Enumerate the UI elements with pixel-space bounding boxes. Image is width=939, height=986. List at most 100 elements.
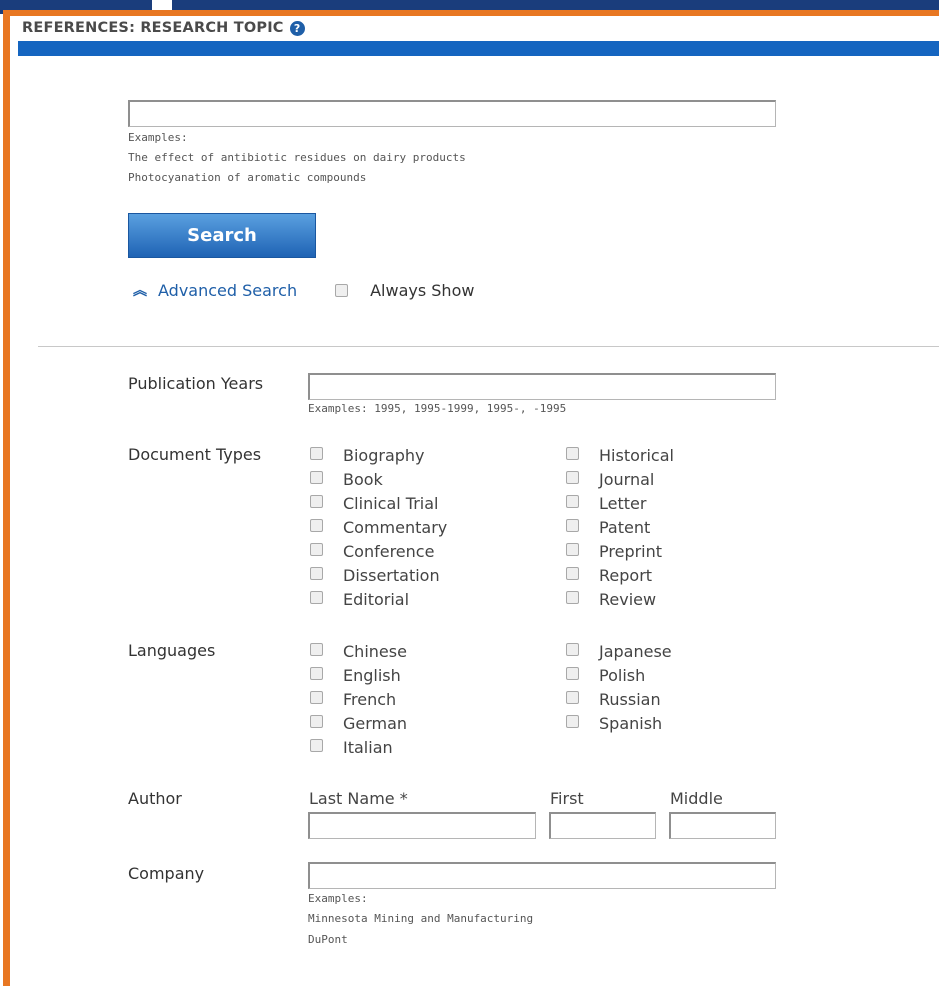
checkbox[interactable] [310,518,323,532]
checkbox[interactable] [310,446,323,460]
doctype-option-patent[interactable]: Patent [566,516,650,538]
option-label: Conference [343,541,435,561]
middle-name-label: Middle [670,789,723,808]
checkbox[interactable] [566,470,579,484]
option-label: English [343,665,401,685]
language-option-polish[interactable]: Polish [566,664,645,686]
search-example-2: Photocyanation of aromatic compounds [128,171,367,184]
option-label: Polish [599,665,646,685]
option-label: Japanese [599,641,672,661]
option-label: French [343,689,397,709]
language-option-italian[interactable]: Italian [310,736,393,758]
option-label: German [343,713,408,733]
publication-years-label: Publication Years [128,374,264,393]
doctype-option-report[interactable]: Report [566,564,652,586]
checkbox[interactable] [566,714,579,728]
content-panel: REFERENCES: RESEARCH TOPIC ? Examples: T… [10,16,939,986]
checkbox[interactable] [566,566,579,580]
checkbox[interactable] [310,494,323,508]
doctype-option-book[interactable]: Book [310,468,383,490]
option-label: Letter [599,493,647,513]
doctype-option-editorial[interactable]: Editorial [310,588,409,610]
checkbox[interactable] [310,566,323,580]
option-label: Historical [599,445,674,465]
search-button[interactable]: Search [128,213,316,258]
checkbox[interactable] [566,542,579,556]
option-label: Russian [599,689,661,709]
advanced-search-link[interactable]: Advanced Search [158,281,297,300]
option-label: Journal [599,469,655,489]
checkbox[interactable] [566,666,579,680]
frame-left-border [3,10,10,986]
middle-name-input[interactable] [669,812,776,839]
document-types-label: Document Types [128,445,262,464]
doctype-option-preprint[interactable]: Preprint [566,540,662,562]
option-label: Commentary [343,517,448,537]
doctype-option-commentary[interactable]: Commentary [310,516,447,538]
option-label: Report [599,565,653,585]
doctype-option-historical[interactable]: Historical [566,444,674,466]
company-example-2: DuPont [308,933,348,946]
option-label: Biography [343,445,425,465]
checkbox[interactable] [310,714,323,728]
language-option-english[interactable]: English [310,664,401,686]
checkbox[interactable] [310,690,323,704]
section-header: REFERENCES: RESEARCH TOPIC ? [22,20,305,36]
language-option-french[interactable]: French [310,688,396,710]
search-example-1: The effect of antibiotic residues on dai… [128,151,466,164]
company-examples-label: Examples: [308,892,368,905]
doctype-option-dissertation[interactable]: Dissertation [310,564,440,586]
checkbox[interactable] [566,590,579,604]
language-option-chinese[interactable]: Chinese [310,640,407,662]
language-option-spanish[interactable]: Spanish [566,712,662,734]
help-icon[interactable]: ? [289,20,305,36]
research-topic-input[interactable] [128,100,776,127]
chevron-up-icon[interactable]: ︽ [130,280,150,300]
option-label: Chinese [343,641,407,661]
doctype-option-letter[interactable]: Letter [566,492,646,514]
option-label: Italian [343,737,393,757]
always-show-label: Always Show [370,280,475,300]
doctype-option-biography[interactable]: Biography [310,444,425,466]
checkbox[interactable] [566,446,579,460]
checkbox[interactable] [566,518,579,532]
checkbox[interactable] [310,642,323,656]
divider [38,346,939,347]
last-name-input[interactable] [308,812,536,839]
doctype-option-conference[interactable]: Conference [310,540,434,562]
language-option-japanese[interactable]: Japanese [566,640,672,662]
checkbox[interactable] [310,470,323,484]
last-name-label: Last Name * [309,789,408,808]
option-label: Book [343,469,383,489]
checkbox[interactable] [310,590,323,604]
doctype-option-journal[interactable]: Journal [566,468,654,490]
top-bar-tab [152,0,172,10]
option-label: Review [599,589,657,609]
company-input[interactable] [308,862,776,889]
advanced-search-row: ︽ Advanced Search Always Show [130,280,474,300]
first-name-input[interactable] [549,812,656,839]
checkbox[interactable] [566,494,579,508]
checkbox[interactable] [310,738,323,752]
checkbox[interactable] [566,690,579,704]
checkbox[interactable] [310,542,323,556]
header-band [18,41,939,56]
checkbox[interactable] [310,666,323,680]
company-example-1: Minnesota Mining and Manufacturing [308,912,534,925]
page-title: REFERENCES: RESEARCH TOPIC [22,20,284,36]
always-show-checkbox[interactable] [335,283,349,297]
option-label: Patent [599,517,651,537]
search-examples-label: Examples: [128,131,188,144]
checkbox[interactable] [566,642,579,656]
option-label: Preprint [599,541,663,561]
language-option-russian[interactable]: Russian [566,688,661,710]
first-name-label: First [550,789,584,808]
doctype-option-clinical-trial[interactable]: Clinical Trial [310,492,438,514]
doctype-option-review[interactable]: Review [566,588,656,610]
author-label: Author [128,789,182,808]
publication-years-examples: Examples: 1995, 1995-1999, 1995-, -1995 [308,402,567,415]
language-option-german[interactable]: German [310,712,407,734]
option-label: Dissertation [343,565,440,585]
publication-years-input[interactable] [308,373,776,400]
languages-label: Languages [128,641,216,660]
